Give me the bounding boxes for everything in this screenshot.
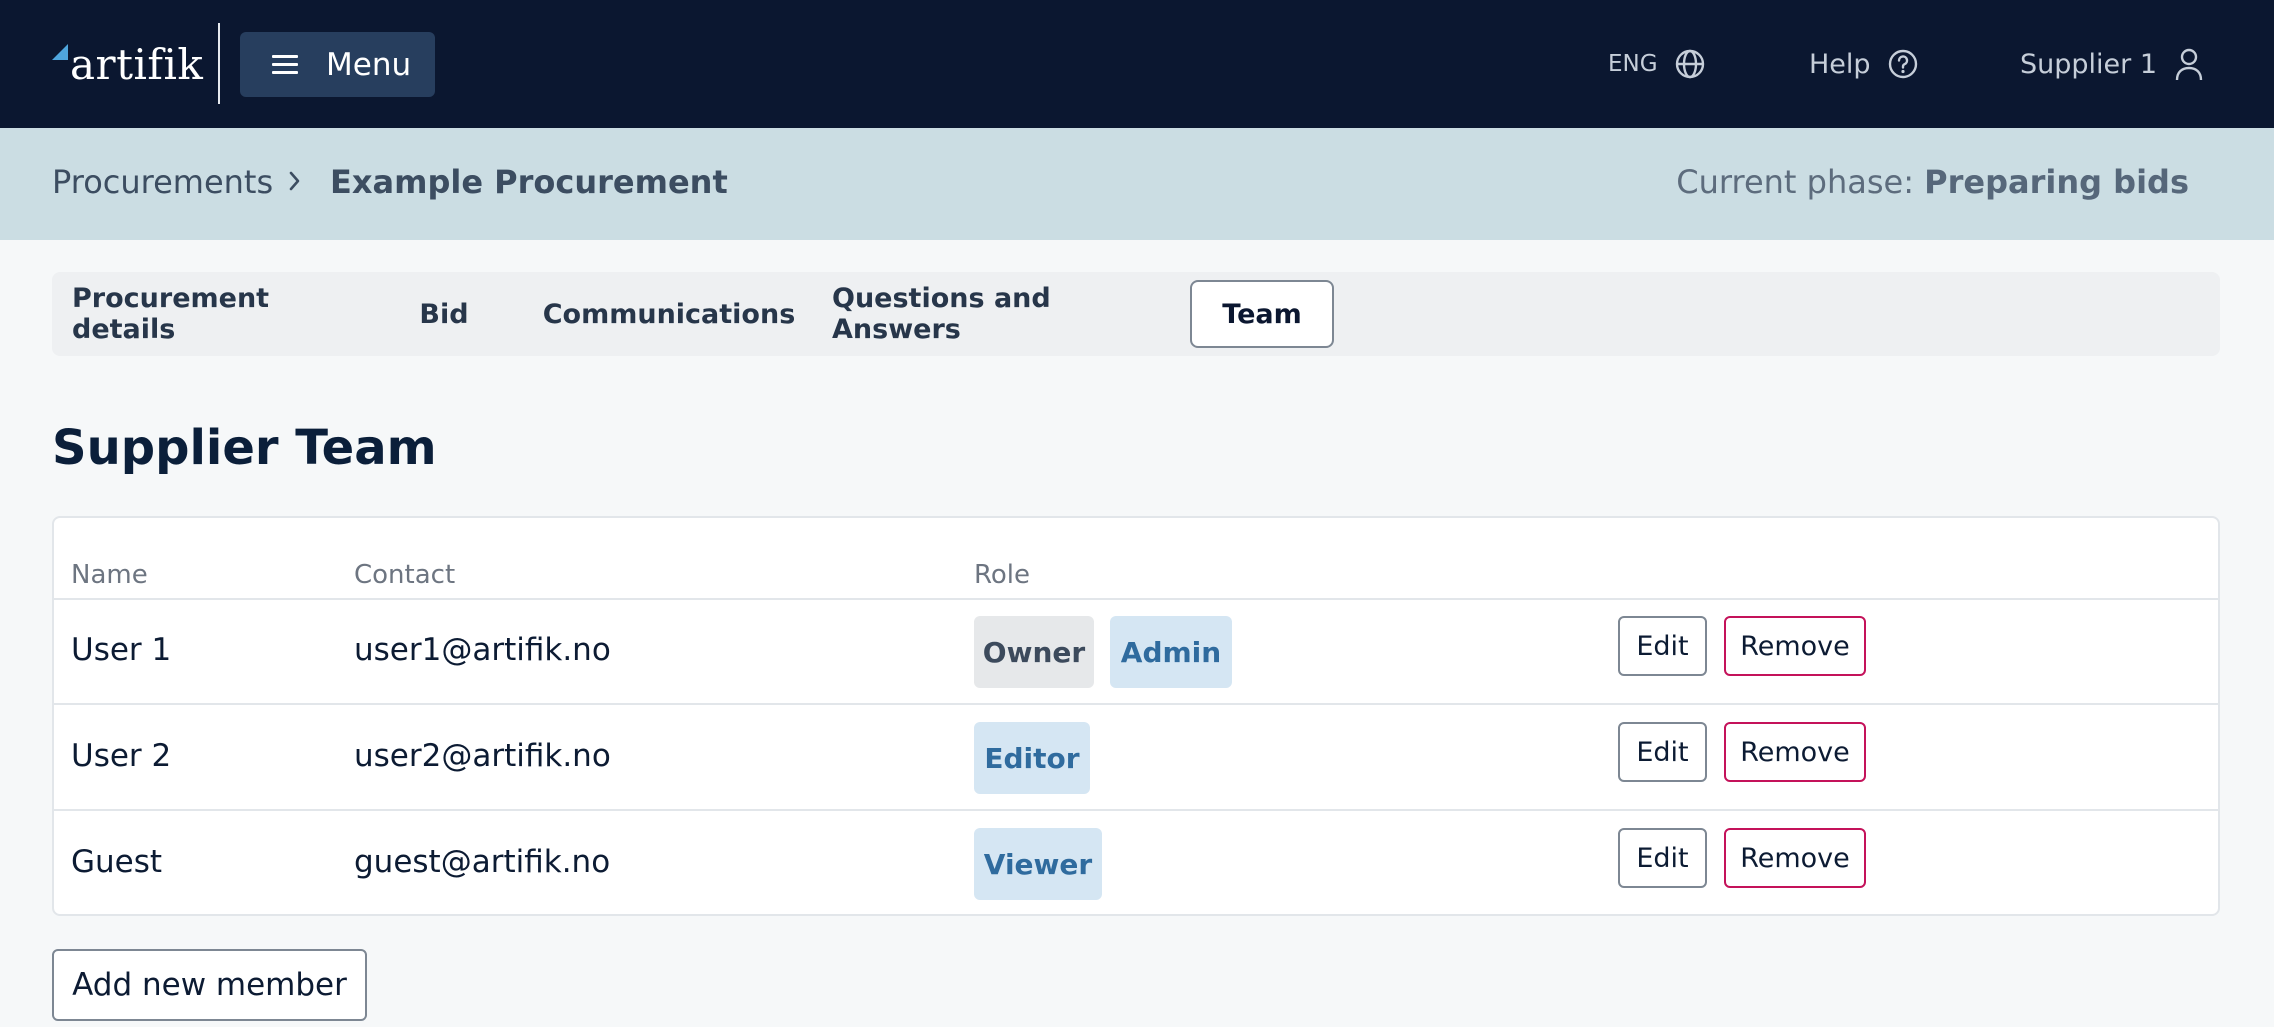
chevron-right-icon bbox=[289, 171, 300, 191]
row-divider bbox=[54, 703, 2218, 705]
breadcrumb: Procurements Example Procurement Current… bbox=[0, 128, 2274, 240]
member-name: User 2 bbox=[71, 738, 172, 774]
artifik-logo[interactable]: artifik bbox=[50, 40, 203, 90]
column-header-role: Role bbox=[974, 560, 1031, 590]
tab-bid[interactable]: Bid bbox=[410, 280, 478, 348]
role-badge-editor: Editor bbox=[974, 722, 1090, 794]
current-phase: Current phase: Preparing bids bbox=[1676, 163, 2189, 201]
header-divider bbox=[218, 23, 220, 104]
phase-value: Preparing bids bbox=[1924, 163, 2189, 201]
edit-member-button[interactable]: Edit bbox=[1618, 616, 1707, 676]
logo-text: artifik bbox=[70, 40, 204, 89]
tab-procurement-details[interactable]: Procurement details bbox=[72, 280, 334, 348]
language-selector[interactable]: ENG bbox=[1608, 42, 1706, 86]
edit-member-button[interactable]: Edit bbox=[1618, 828, 1707, 888]
breadcrumb-current-page: Example Procurement bbox=[330, 163, 728, 201]
help-link[interactable]: Help bbox=[1809, 42, 1919, 86]
globe-icon bbox=[1675, 49, 1704, 79]
hamburger-icon bbox=[272, 54, 298, 75]
phase-label: Current phase: bbox=[1676, 163, 1914, 201]
remove-member-button[interactable]: Remove bbox=[1724, 828, 1866, 888]
language-label: ENG bbox=[1608, 51, 1658, 77]
top-navigation-bar: artifik Menu ENG Help Supplier 1 bbox=[0, 0, 2274, 128]
menu-button[interactable]: Menu bbox=[240, 32, 435, 97]
column-header-contact: Contact bbox=[354, 560, 456, 590]
remove-member-button[interactable]: Remove bbox=[1724, 616, 1866, 676]
tab-communications[interactable]: Communications bbox=[538, 280, 800, 348]
user-icon bbox=[2175, 48, 2203, 81]
tab-questions-and-answers[interactable]: Questions and Answers bbox=[832, 280, 1166, 348]
edit-member-button[interactable]: Edit bbox=[1618, 722, 1707, 782]
user-name: Supplier 1 bbox=[2020, 48, 2158, 80]
menu-button-label: Menu bbox=[326, 46, 412, 83]
role-badge-owner: Owner bbox=[974, 616, 1094, 688]
column-header-name: Name bbox=[71, 560, 148, 590]
team-table: Name Contact Role User 1 user1@artifik.n… bbox=[52, 516, 2220, 916]
page-title: Supplier Team bbox=[52, 420, 437, 476]
member-contact: user1@artifik.no bbox=[354, 632, 611, 668]
member-name: Guest bbox=[71, 844, 163, 880]
breadcrumb-procurements-link[interactable]: Procurements bbox=[52, 163, 273, 201]
help-label: Help bbox=[1809, 48, 1871, 80]
role-badge-viewer: Viewer bbox=[974, 828, 1102, 900]
remove-member-button[interactable]: Remove bbox=[1724, 722, 1866, 782]
member-name: User 1 bbox=[71, 632, 172, 668]
procurement-tabs: Procurement details Bid Communications Q… bbox=[52, 272, 2220, 356]
tab-team[interactable]: Team bbox=[1190, 280, 1334, 348]
row-divider bbox=[54, 598, 2218, 600]
member-contact: user2@artifik.no bbox=[354, 738, 611, 774]
row-divider bbox=[54, 809, 2218, 811]
user-account-menu[interactable]: Supplier 1 bbox=[2020, 42, 2205, 86]
role-badge-admin: Admin bbox=[1110, 616, 1232, 688]
member-contact: guest@artifik.no bbox=[354, 844, 611, 880]
logo-triangle-icon bbox=[52, 44, 68, 60]
question-circle-icon bbox=[1888, 49, 1917, 79]
add-new-member-button[interactable]: Add new member bbox=[52, 949, 367, 1021]
